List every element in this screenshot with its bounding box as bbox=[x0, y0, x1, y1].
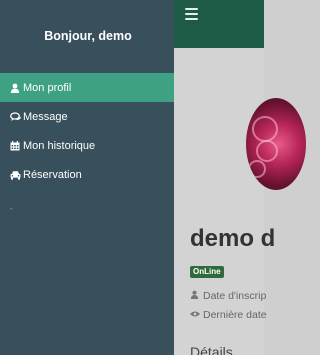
menu-item-message[interactable]: Message bbox=[0, 102, 174, 131]
derniere-date-row: Dernière date bbox=[190, 309, 267, 321]
hamburger-icon[interactable] bbox=[185, 8, 198, 20]
menu-item-mon-profil[interactable]: Mon profil bbox=[0, 73, 174, 102]
menu-item-mon-historique[interactable]: Mon historique bbox=[0, 131, 174, 160]
status-badge: OnLine bbox=[190, 266, 224, 278]
calendar-icon bbox=[10, 140, 20, 151]
menu-item-label: Mon historique bbox=[23, 139, 96, 152]
date-inscription-label: Date d'inscrip bbox=[203, 290, 267, 302]
menu-item-label: Message bbox=[23, 110, 68, 123]
derniere-date-label: Dernière date bbox=[203, 309, 267, 321]
profile-avatar bbox=[246, 98, 306, 190]
menu-item-label: Réservation bbox=[23, 168, 82, 181]
navigation-drawer: Bonjour, demo Mon profil Message Mon his… bbox=[0, 0, 174, 355]
menu-item-reservation[interactable]: Réservation bbox=[0, 160, 174, 189]
comments-icon bbox=[10, 111, 21, 122]
user-icon bbox=[190, 290, 200, 302]
drawer-header: Bonjour, demo bbox=[0, 0, 174, 72]
eye-icon bbox=[190, 310, 200, 321]
greeting-text: Bonjour, demo bbox=[44, 29, 132, 43]
car-icon bbox=[10, 170, 21, 180]
details-heading: Détails bbox=[190, 344, 233, 355]
profile-name: demo d bbox=[190, 225, 276, 252]
stray-mark: - bbox=[10, 204, 13, 213]
menu-item-label: Mon profil bbox=[23, 81, 72, 94]
user-icon bbox=[10, 83, 20, 93]
date-inscription-row: Date d'inscrip bbox=[190, 290, 266, 302]
